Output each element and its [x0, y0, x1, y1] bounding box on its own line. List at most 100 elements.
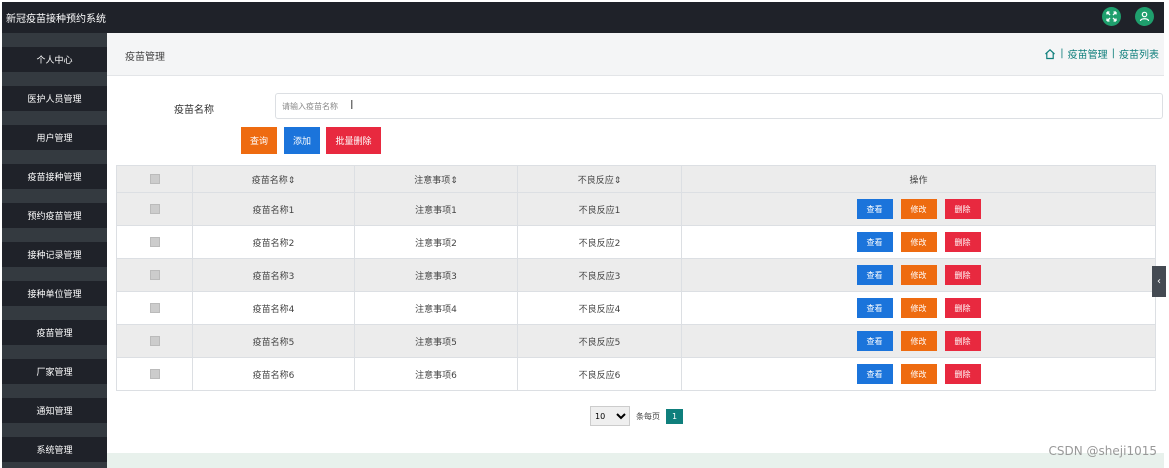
edit-button[interactable]: 修改 [900, 199, 937, 219]
column-header-adverse-reactions[interactable]: 不良反应⇕ [517, 165, 682, 193]
sidebar-item-label: 系统管理 [36, 446, 73, 456]
bulk-delete-button[interactable]: 批量删除 [326, 127, 381, 154]
sidebar-item-notifications[interactable]: 通知管理 [2, 398, 107, 423]
view-button[interactable]: 查看 [856, 265, 893, 285]
footer-strip [107, 453, 1164, 468]
sidebar-item-medical-staff[interactable]: 医护人员管理 [2, 86, 107, 111]
vaccine-table: 疫苗名称⇕ 注意事项⇕ 不良反应⇕ 操作 疫苗名称1 注意事项1 不良反应1 查… [116, 165, 1156, 391]
delete-button[interactable]: 删除 [944, 265, 981, 285]
view-button[interactable]: 查看 [856, 331, 893, 351]
app-title: 新冠疫苗接种预约系统 [6, 14, 106, 25]
table-row: 疫苗名称6 注意事项6 不良反应6 查看 修改 删除 [116, 357, 1156, 391]
home-icon[interactable] [1044, 48, 1056, 60]
view-button[interactable]: 查看 [856, 298, 893, 318]
delete-button[interactable]: 删除 [944, 364, 981, 384]
sidebar-item-label: 预约疫苗管理 [27, 212, 82, 222]
table-row: 疫苗名称4 注意事项4 不良反应4 查看 修改 删除 [116, 291, 1156, 325]
view-button[interactable]: 查看 [856, 232, 893, 252]
user-icon-glyph [1139, 11, 1150, 22]
column-header-precautions[interactable]: 注意事项⇕ [354, 165, 518, 193]
query-button[interactable]: 查询 [241, 127, 277, 154]
sidebar-item-records[interactable]: 接种记录管理 [2, 242, 107, 267]
cell-adverse-reactions: 不良反应6 [517, 357, 682, 391]
delete-button[interactable]: 删除 [944, 298, 981, 318]
watermark: CSDN @sheji1015 [1048, 444, 1157, 458]
sidebar-item-vaccination[interactable]: 疫苗接种管理 [2, 164, 107, 189]
fullscreen-icon[interactable] [1102, 7, 1121, 26]
main-content: 疫苗管理 | 疫苗管理 | 疫苗列表 疫苗名称 I 查询 添加 批量删除 疫苗名… [107, 33, 1164, 468]
table-row: 疫苗名称2 注意事项2 不良反应2 查看 修改 删除 [116, 225, 1156, 259]
table-row: 疫苗名称3 注意事项3 不良反应3 查看 修改 删除 [116, 258, 1156, 292]
breadcrumb-separator: | [1060, 48, 1064, 59]
row-checkbox[interactable] [149, 269, 160, 280]
cell-vaccine-name: 疫苗名称5 [192, 324, 355, 358]
sidebar-item-label: 通知管理 [36, 407, 73, 417]
cell-vaccine-name: 疫苗名称1 [192, 192, 355, 226]
delete-button[interactable]: 删除 [944, 232, 981, 252]
view-button[interactable]: 查看 [856, 199, 893, 219]
user-icon[interactable] [1135, 7, 1154, 26]
sidebar-item-personal-center[interactable]: 个人中心 [2, 47, 107, 72]
search-input[interactable] [275, 93, 1163, 119]
table-row: 疫苗名称5 注意事项5 不良反应5 查看 修改 删除 [116, 324, 1156, 358]
row-checkbox[interactable] [149, 236, 160, 247]
sidebar-item-label: 接种记录管理 [27, 251, 82, 261]
row-select-cell [116, 324, 193, 358]
row-select-cell [116, 258, 193, 292]
cell-precautions: 注意事项6 [354, 357, 518, 391]
select-all-cell [116, 165, 193, 193]
add-button[interactable]: 添加 [284, 127, 320, 154]
row-actions: 查看 修改 删除 [682, 199, 1155, 219]
sidebar-item-label: 接种单位管理 [27, 290, 82, 300]
cell-actions: 查看 修改 删除 [681, 324, 1156, 358]
sidebar-item-label: 疫苗管理 [36, 329, 73, 339]
edit-button[interactable]: 修改 [900, 364, 937, 384]
breadcrumb: | 疫苗管理 | 疫苗列表 [1044, 46, 1159, 61]
sidebar-item-users[interactable]: 用户管理 [2, 125, 107, 150]
cell-precautions: 注意事项3 [354, 258, 518, 292]
sidebar-item-vaccines[interactable]: 疫苗管理 [2, 320, 107, 345]
sidebar-item-units[interactable]: 接种单位管理 [2, 281, 107, 306]
breadcrumb-item[interactable]: 疫苗列表 [1119, 46, 1159, 61]
row-checkbox[interactable] [149, 335, 160, 346]
edit-button[interactable]: 修改 [900, 232, 937, 252]
row-actions: 查看 修改 删除 [682, 364, 1155, 384]
search-label: 疫苗名称 [174, 105, 214, 116]
row-checkbox[interactable] [149, 368, 160, 379]
sidebar-item-appointments[interactable]: 预约疫苗管理 [2, 203, 107, 228]
cell-adverse-reactions: 不良反应4 [517, 291, 682, 325]
sidebar-item-label: 厂家管理 [36, 368, 73, 378]
edit-button[interactable]: 修改 [900, 298, 937, 318]
sidebar-item-label: 个人中心 [36, 56, 73, 66]
cell-actions: 查看 修改 删除 [681, 258, 1156, 292]
row-checkbox[interactable] [149, 203, 160, 214]
cell-actions: 查看 修改 删除 [681, 225, 1156, 259]
column-header-actions: 操作 [681, 165, 1156, 193]
cell-actions: 查看 修改 删除 [681, 291, 1156, 325]
row-actions: 查看 修改 删除 [682, 298, 1155, 318]
sidebar-item-label: 医护人员管理 [27, 95, 82, 105]
column-header-vaccine-name[interactable]: 疫苗名称⇕ [192, 165, 355, 193]
page-size-select[interactable]: 10 [590, 406, 630, 426]
sidebar: 个人中心 医护人员管理 用户管理 疫苗接种管理 预约疫苗管理 接种记录管理 接种… [2, 33, 107, 468]
breadcrumb-item[interactable]: 疫苗管理 [1068, 46, 1108, 61]
row-select-cell [116, 291, 193, 325]
row-select-cell [116, 225, 193, 259]
breadcrumb-separator: | [1111, 48, 1115, 59]
delete-button[interactable]: 删除 [944, 199, 981, 219]
row-checkbox[interactable] [149, 302, 160, 313]
page-number-current[interactable]: 1 [666, 408, 683, 424]
edit-button[interactable]: 修改 [900, 265, 937, 285]
sidebar-item-system[interactable]: 系统管理 [2, 437, 107, 462]
edit-button[interactable]: 修改 [900, 331, 937, 351]
select-all-checkbox[interactable] [149, 173, 160, 184]
view-button[interactable]: 查看 [856, 364, 893, 384]
text-cursor-icon: I [350, 98, 354, 112]
cell-precautions: 注意事项1 [354, 192, 518, 226]
row-select-cell [116, 192, 193, 226]
chevron-left-icon[interactable]: ‹ [1152, 266, 1166, 297]
cell-adverse-reactions: 不良反应3 [517, 258, 682, 292]
sidebar-item-manufacturers[interactable]: 厂家管理 [2, 359, 107, 384]
delete-button[interactable]: 删除 [944, 331, 981, 351]
sidebar-item-label: 疫苗接种管理 [27, 173, 82, 183]
